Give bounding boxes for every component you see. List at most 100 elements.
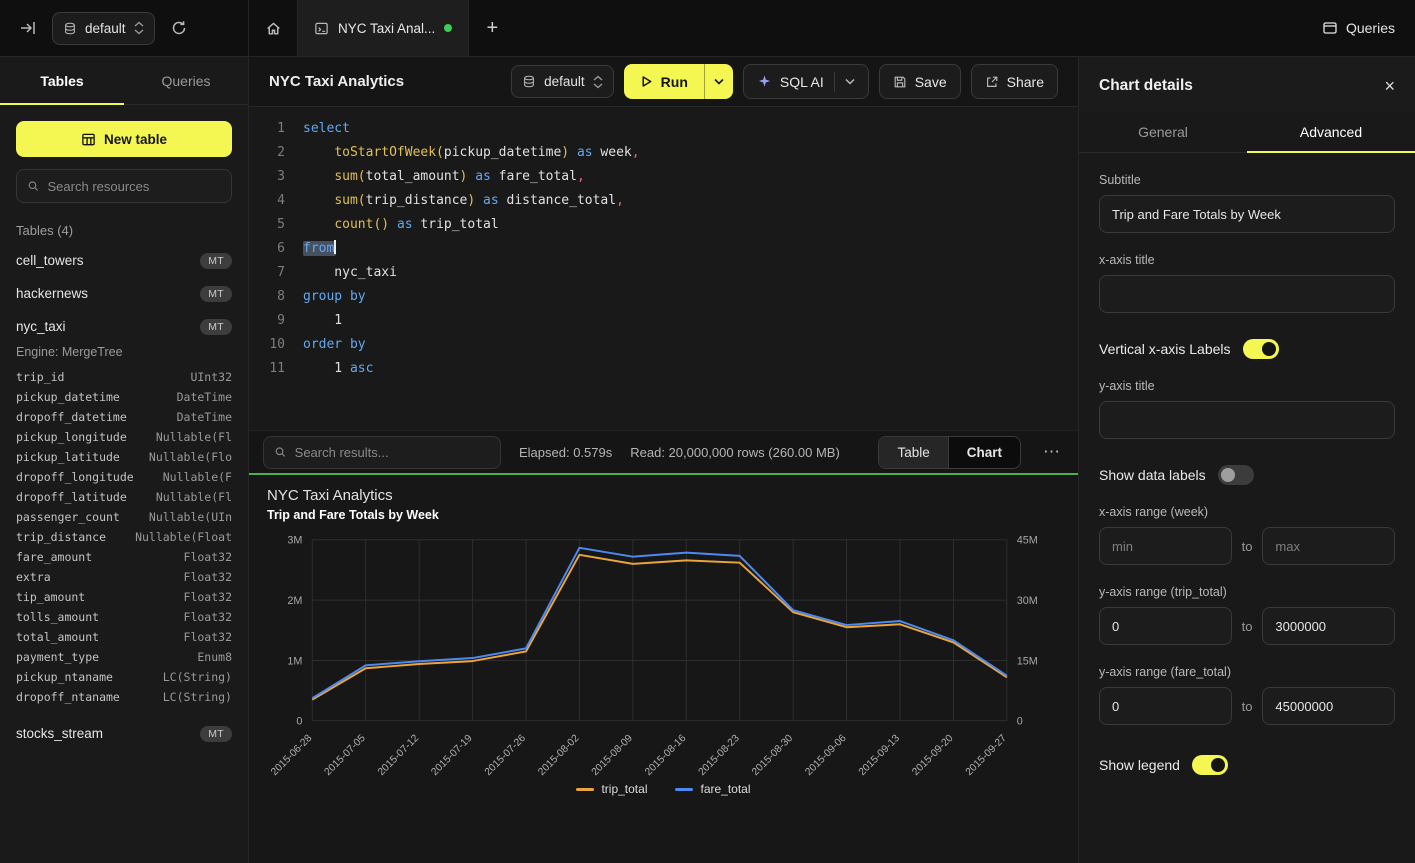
column-name: pickup_datetime (16, 390, 120, 404)
run-database-value: default (544, 74, 585, 89)
tab-advanced[interactable]: Advanced (1247, 111, 1415, 152)
new-table-button[interactable]: New table (16, 121, 232, 157)
top-bar: default NYC Taxi Anal... + Queries (0, 0, 1415, 57)
svg-text:30M: 30M (1017, 595, 1038, 607)
run-options-button[interactable] (705, 64, 733, 99)
share-button[interactable]: Share (971, 64, 1058, 99)
new-table-label: New table (104, 132, 167, 147)
column-name: pickup_ntaname (16, 670, 113, 684)
sparkle-icon (757, 74, 772, 89)
table-engine-badge: MT (200, 253, 232, 269)
queries-button[interactable]: Queries (1302, 0, 1415, 56)
resource-search-input[interactable] (48, 179, 221, 194)
run-button[interactable]: Run (624, 64, 704, 99)
legend-swatch (675, 788, 693, 791)
column-name: pickup_latitude (16, 450, 120, 464)
results-search (263, 436, 501, 469)
x-range-max-input[interactable] (1262, 527, 1395, 565)
tab-strip: NYC Taxi Anal... + (249, 0, 1302, 56)
code-line: 11 1 asc (249, 357, 1078, 381)
y-axis-title-input[interactable] (1099, 401, 1395, 439)
toggle-knob (1221, 468, 1235, 482)
x-axis-title-input[interactable] (1099, 275, 1395, 313)
vertical-x-labels-toggle[interactable] (1243, 339, 1279, 359)
view-switcher: Table Chart (878, 436, 1021, 469)
collapse-sidebar-icon (20, 20, 36, 36)
chevron-down-icon (845, 78, 855, 85)
chart-plot: 001M15M2M30M3M45M2015-06-282015-07-05201… (267, 526, 1060, 820)
run-database-selector[interactable]: default (511, 65, 614, 98)
y-range-trip-min-input[interactable] (1099, 607, 1232, 645)
column-row: trip_distanceNullable(Float (0, 527, 248, 547)
view-table-button[interactable]: Table (879, 437, 947, 468)
y-range-trip-max-input[interactable] (1262, 607, 1395, 645)
code-text: nyc_taxi (303, 261, 397, 285)
column-type: Nullable(F (163, 470, 232, 484)
svg-text:2015-07-26: 2015-07-26 (483, 733, 528, 778)
sidebar-tab-tables[interactable]: Tables (0, 57, 124, 104)
svg-text:2015-09-20: 2015-09-20 (910, 733, 955, 778)
close-icon[interactable]: × (1384, 77, 1395, 95)
x-range-min-input[interactable] (1099, 527, 1232, 565)
table-name: stocks_stream (16, 726, 103, 741)
column-row: dropoff_latitudeNullable(Fl (0, 487, 248, 507)
code-line: 4 sum(trip_distance) as distance_total, (249, 189, 1078, 213)
tables-list: cell_towersMThackernewsMTnyc_taxiMTEngin… (0, 244, 248, 863)
more-options-button[interactable]: ⋯ (1039, 442, 1064, 462)
new-tab-button[interactable]: + (469, 0, 515, 56)
line-number: 2 (249, 141, 285, 165)
code-line: 7 nyc_taxi (249, 261, 1078, 285)
svg-text:3M: 3M (287, 535, 302, 547)
y-axis-range-trip-label: y-axis range (trip_total) (1099, 585, 1395, 599)
line-number: 8 (249, 285, 285, 309)
column-row: payment_typeEnum8 (0, 647, 248, 667)
code-line: 3 sum(total_amount) as fare_total, (249, 165, 1078, 189)
column-type: Float32 (184, 610, 232, 624)
table-row[interactable]: cell_towersMT (0, 244, 248, 277)
code-line: 9 1 (249, 309, 1078, 333)
table-row[interactable]: nyc_taxiMT (0, 310, 248, 343)
subtitle-input[interactable] (1099, 195, 1395, 233)
sql-ai-button[interactable]: SQL AI (743, 64, 869, 99)
code-text: sum(total_amount) as fare_total, (303, 165, 585, 189)
column-type: Nullable(Float (135, 530, 232, 544)
share-icon (985, 75, 999, 89)
refresh-button[interactable] (165, 14, 193, 42)
svg-text:2015-08-16: 2015-08-16 (643, 733, 688, 778)
column-type: UInt32 (190, 370, 232, 384)
home-tab-button[interactable] (249, 0, 297, 56)
tab-general[interactable]: General (1079, 111, 1247, 152)
tables-section-label: Tables (4) (16, 223, 232, 238)
main-area: NYC Taxi Analytics default Run (249, 57, 1078, 863)
column-name: trip_id (16, 370, 64, 384)
share-button-label: Share (1007, 74, 1044, 90)
results-search-input[interactable] (295, 445, 490, 460)
query-tab[interactable]: NYC Taxi Anal... (297, 0, 469, 56)
queries-icon (1322, 20, 1338, 36)
save-button[interactable]: Save (879, 64, 961, 99)
view-chart-button[interactable]: Chart (949, 437, 1020, 468)
show-legend-label: Show legend (1099, 757, 1180, 773)
collapse-sidebar-button[interactable] (14, 14, 42, 42)
svg-text:2015-06-28: 2015-06-28 (269, 733, 314, 778)
sql-editor[interactable]: 1select2 toStartOfWeek(pickup_datetime) … (249, 107, 1078, 430)
svg-text:15M: 15M (1017, 655, 1038, 667)
column-type: LC(String) (163, 670, 232, 684)
sidebar-tab-queries[interactable]: Queries (124, 57, 248, 104)
table-row[interactable]: hackernewsMT (0, 277, 248, 310)
code-line: 8 group by (249, 285, 1078, 309)
show-data-labels-toggle[interactable] (1218, 465, 1254, 485)
vertical-x-labels-label: Vertical x-axis Labels (1099, 341, 1231, 357)
y-range-fare-min-input[interactable] (1099, 687, 1232, 725)
table-row[interactable]: stocks_streamMT (0, 717, 248, 750)
y-range-fare-max-input[interactable] (1262, 687, 1395, 725)
column-type: DateTime (177, 410, 232, 424)
code-text: group by (303, 285, 366, 309)
sidebar: Tables Queries New table Tables (4) cell… (0, 57, 249, 863)
legend-item[interactable]: fare_total (675, 782, 750, 796)
show-legend-toggle[interactable] (1192, 755, 1228, 775)
legend-swatch (576, 788, 594, 791)
database-selector[interactable]: default (52, 12, 155, 45)
legend-item[interactable]: trip_total (576, 782, 647, 796)
svg-text:2015-08-23: 2015-08-23 (697, 733, 742, 778)
